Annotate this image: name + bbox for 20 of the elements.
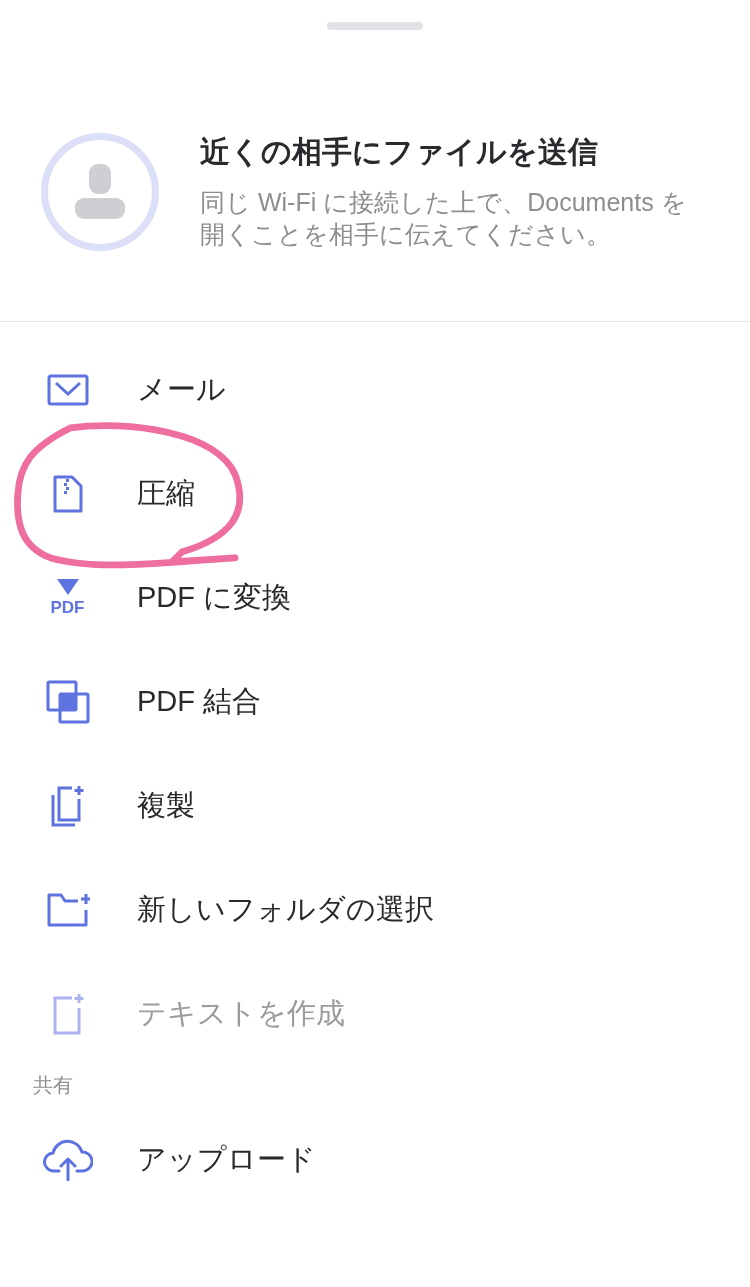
menu-item[interactable]: 圧縮 [0, 442, 750, 546]
duplicate-icon [50, 785, 85, 827]
merge-icon [45, 680, 90, 724]
section-heading: 共有 [33, 1073, 74, 1098]
cloud-upload-icon [42, 1139, 93, 1181]
pdf-arrow-icon [55, 578, 80, 596]
mail-icon [46, 374, 89, 406]
new-folder-icon [45, 892, 90, 928]
new-document-icon [51, 993, 84, 1035]
menu-item[interactable]: アップロード [0, 1108, 750, 1212]
description: 同じ Wi-Fi に接続した上で、Documents を開くことを相手に伝えてください。 [200, 187, 688, 250]
menu-item[interactable]: PDF 結合 [0, 650, 750, 754]
menu-item[interactable]: 新しいフォルダの選択 [0, 858, 750, 962]
drag-handle[interactable] [327, 22, 423, 30]
title: 近くの相手にファイルを送信 [200, 134, 599, 170]
zip-file-icon [52, 475, 83, 513]
menu-item[interactable]: 複製 [0, 754, 750, 858]
menu-item[interactable]: PDF PDF に変換 [0, 546, 750, 650]
menu-item[interactable]: メール [0, 338, 750, 442]
icon-label: PDF [50, 598, 85, 618]
